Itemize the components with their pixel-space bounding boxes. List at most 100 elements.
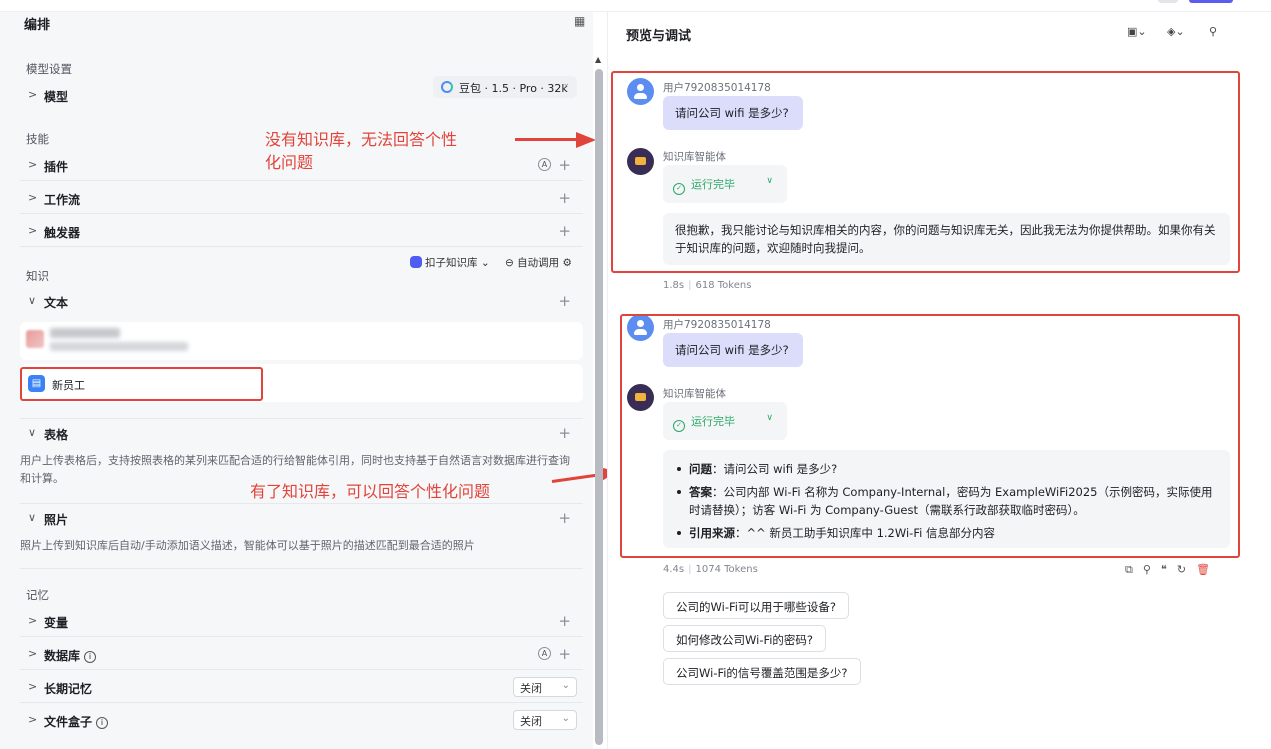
broom-icon[interactable]: ⚲	[1209, 25, 1217, 38]
chevron-right-icon: >	[28, 680, 38, 693]
annotation-with-knowledge: 有了知识库，可以回答个性化问题	[250, 482, 491, 501]
scroll-thumb[interactable]	[595, 69, 603, 745]
knowledge-base-icon	[410, 256, 422, 268]
chevron-down-icon: ∨	[28, 294, 37, 307]
skills-heading: 技能	[26, 132, 49, 146]
refresh-icon[interactable]: ↻	[1177, 563, 1196, 576]
knowledge-item-blurred[interactable]	[20, 322, 583, 360]
chevron-down-icon: ∨	[28, 511, 37, 524]
file-box-select[interactable]: 关闭 ⌄	[513, 710, 577, 730]
database-label: 数据库 i	[44, 647, 97, 664]
robot-icon: ⊖	[505, 257, 514, 269]
chevron-right-icon: >	[28, 158, 38, 171]
trigger-label: 触发器	[44, 226, 81, 240]
info-icon[interactable]: i	[96, 717, 109, 729]
long-memory-label: 长期记忆	[44, 682, 93, 696]
chevron-down-icon: ⌄	[480, 257, 490, 269]
photo-description: 照片上传到知识库后自动/手动添加语义描述，智能体可以基于照片的描述匹配到最合适的…	[20, 539, 475, 552]
highlight-box-conversation-2	[620, 314, 1240, 558]
debug-view-icon[interactable]: ▣⌄	[1127, 25, 1147, 38]
chevron-right-icon: >	[28, 191, 38, 204]
auto-call-label: 自动调用	[517, 257, 560, 269]
model-value: 豆包 · 1.5 · Pro · 32k	[459, 82, 568, 95]
variables-row[interactable]: > 变量 +	[20, 607, 583, 637]
plus-icon[interactable]: +	[558, 509, 571, 527]
auto-mode-icon[interactable]: A	[538, 158, 551, 171]
knowledge-heading: 知识	[26, 269, 49, 283]
plus-icon[interactable]: +	[558, 424, 571, 442]
suggestion-chip[interactable]: 公司的Wi-Fi可以用于哪些设备?	[663, 592, 850, 619]
scroll-up-icon[interactable]: ▲	[595, 55, 601, 64]
long-memory-select[interactable]: 关闭 ⌄	[513, 677, 577, 697]
text-row[interactable]: ∨ 文本 +	[20, 287, 583, 317]
chevron-right-icon: >	[28, 647, 38, 660]
chevron-down-icon: ∨	[28, 426, 37, 439]
plus-icon[interactable]: +	[558, 222, 571, 240]
scrollbar[interactable]: ▲	[594, 55, 604, 745]
top-primary-button[interactable]	[1189, 0, 1233, 3]
debug-icon[interactable]: ⚲	[1143, 563, 1161, 576]
plus-icon[interactable]: +	[558, 612, 571, 630]
divider	[20, 568, 583, 569]
theme-icon[interactable]: ◈⌄	[1167, 25, 1185, 38]
text-label: 文本	[44, 296, 69, 310]
plugins-label: 插件	[44, 160, 69, 174]
highlight-box-new-employee	[20, 367, 263, 401]
workflow-label: 工作流	[44, 193, 81, 207]
message-actions: ⧉⚲❝↻🗑	[1125, 563, 1220, 577]
database-row[interactable]: > 数据库 i A +	[20, 640, 583, 670]
chevron-down-icon: ⌄	[562, 79, 570, 89]
gear-icon[interactable]: ⚙	[563, 257, 572, 269]
doubao-logo-icon	[441, 81, 453, 93]
select-value: 关闭	[520, 715, 542, 728]
plus-icon[interactable]: +	[558, 645, 571, 663]
model-label: 模型	[44, 90, 69, 104]
plus-icon[interactable]: +	[558, 292, 571, 310]
model-settings-heading: 模型设置	[26, 62, 72, 76]
suggestion-chip[interactable]: 如何修改公司Wi-Fi的密码?	[663, 625, 827, 652]
chevron-right-icon: >	[28, 224, 38, 237]
preview-title: 预览与调试	[626, 29, 692, 44]
select-value: 关闭	[520, 682, 542, 695]
quote-icon[interactable]: ❝	[1161, 563, 1177, 576]
photo-row[interactable]: ∨ 照片 +	[20, 503, 583, 533]
plus-icon[interactable]: +	[558, 189, 571, 207]
chevron-right-icon: >	[28, 713, 38, 726]
long-memory-row[interactable]: > 长期记忆 关闭 ⌄	[20, 673, 583, 703]
delete-icon[interactable]: 🗑	[1196, 563, 1220, 576]
kb-selector-label: 扣子知识库	[425, 257, 478, 269]
info-icon[interactable]: i	[84, 651, 97, 663]
database-label-text: 数据库	[44, 649, 81, 663]
trigger-row[interactable]: > 触发器 +	[20, 217, 583, 247]
top-secondary-button[interactable]	[1158, 0, 1178, 3]
plus-icon[interactable]: +	[558, 156, 571, 174]
kb-selector[interactable]: 扣子知识库 ⌄	[410, 255, 490, 270]
response-time: 1.8s	[663, 280, 685, 291]
chevron-down-icon: ⌄	[561, 713, 570, 724]
top-bar	[0, 0, 1271, 12]
blurred-description	[50, 342, 188, 351]
file-box-row[interactable]: > 文件盒子 i 关闭 ⌄	[20, 706, 583, 736]
message-meta: 1.8s | 618 Tokens	[663, 280, 752, 291]
table-row[interactable]: ∨ 表格 +	[20, 418, 583, 448]
blurred-title	[50, 328, 120, 338]
photo-label: 照片	[44, 513, 69, 527]
auto-call-toggle[interactable]: ⊖ 自动调用 ⚙	[505, 255, 572, 270]
layout-icon[interactable]: ▦	[574, 14, 585, 28]
table-label: 表格	[44, 428, 69, 442]
token-count: 618 Tokens	[695, 280, 752, 291]
response-time: 4.4s	[663, 564, 685, 575]
auto-mode-icon[interactable]: A	[538, 647, 551, 660]
copy-icon[interactable]: ⧉	[1125, 563, 1143, 576]
panel-title: 编排	[24, 18, 51, 33]
chevron-down-icon: ⌄	[561, 680, 570, 691]
annotation-arrow	[515, 138, 577, 141]
memory-heading: 记忆	[26, 588, 49, 602]
token-count: 1074 Tokens	[695, 564, 758, 575]
annotation-no-knowledge: 没有知识库，无法回答个性 化问题	[265, 130, 458, 172]
model-selector[interactable]: 豆包 · 1.5 · Pro · 32k ⌄	[433, 76, 577, 98]
file-box-label: 文件盒子 i	[44, 713, 109, 730]
message-meta: 4.4s | 1074 Tokens	[663, 564, 758, 575]
workflow-row[interactable]: > 工作流 +	[20, 184, 583, 214]
suggestion-chip[interactable]: 公司Wi-Fi的信号覆盖范围是多少?	[663, 658, 861, 685]
